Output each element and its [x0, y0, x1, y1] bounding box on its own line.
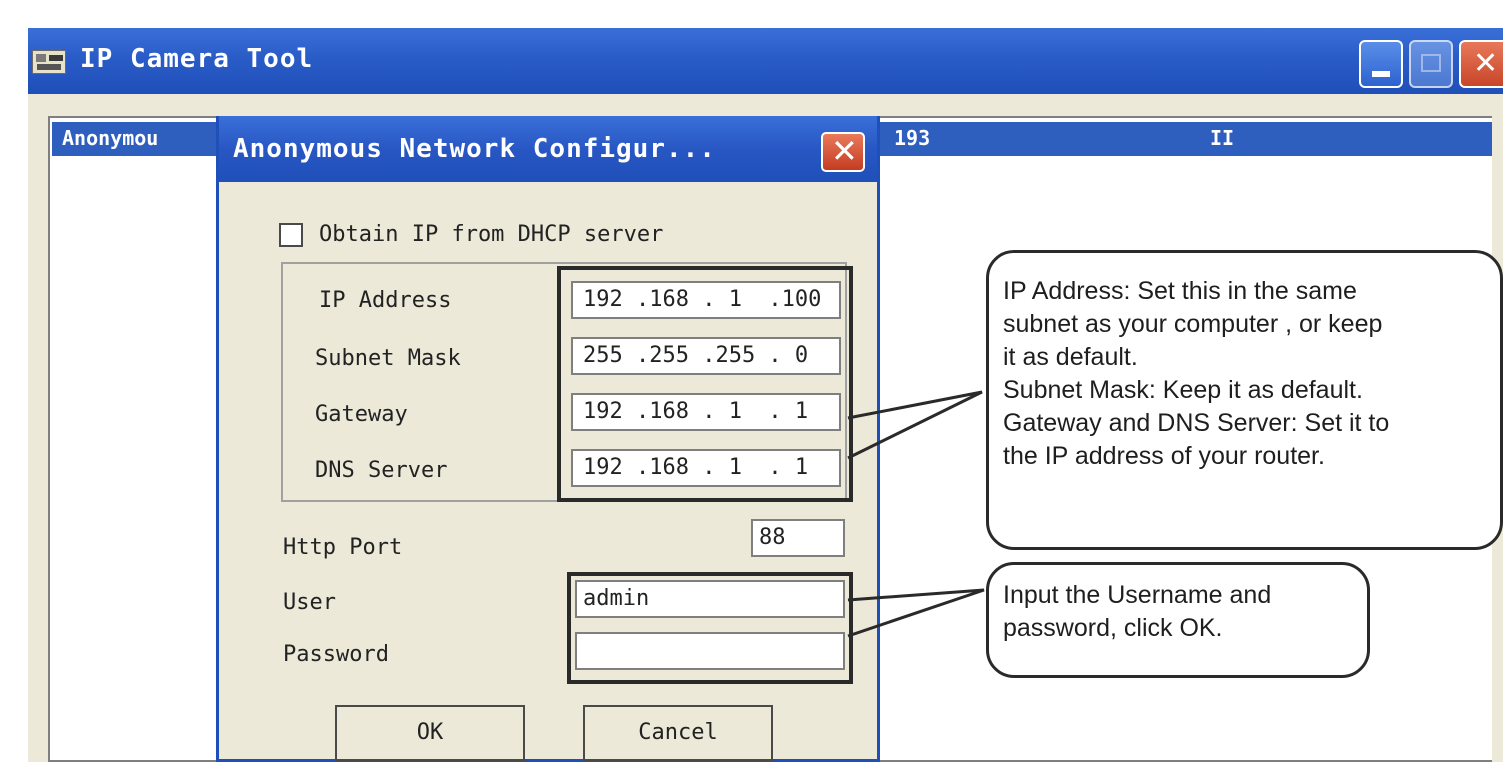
network-callout-line-2: subnet as your computer , or keep [1003, 310, 1383, 338]
network-callout-line-3: it as default. [1003, 343, 1138, 371]
credentials-callout-line-2: password, click OK. [1003, 614, 1223, 642]
network-callout: IP Address: Set this in the same subnet … [986, 250, 1503, 550]
network-callout-line-4: Subnet Mask: Keep it as default. [1003, 376, 1363, 404]
credentials-leader-line [847, 588, 985, 638]
network-callout-line-5: Gateway and DNS Server: Set it to [1003, 409, 1390, 437]
network-callout-line-6: the IP address of your router. [1003, 442, 1325, 470]
network-callout-line-1: IP Address: Set this in the same [1003, 277, 1357, 305]
credentials-callout-line-1: Input the Username and [1003, 581, 1272, 609]
network-leader-line [847, 390, 983, 460]
credentials-callout: Input the Username and password, click O… [986, 562, 1370, 678]
